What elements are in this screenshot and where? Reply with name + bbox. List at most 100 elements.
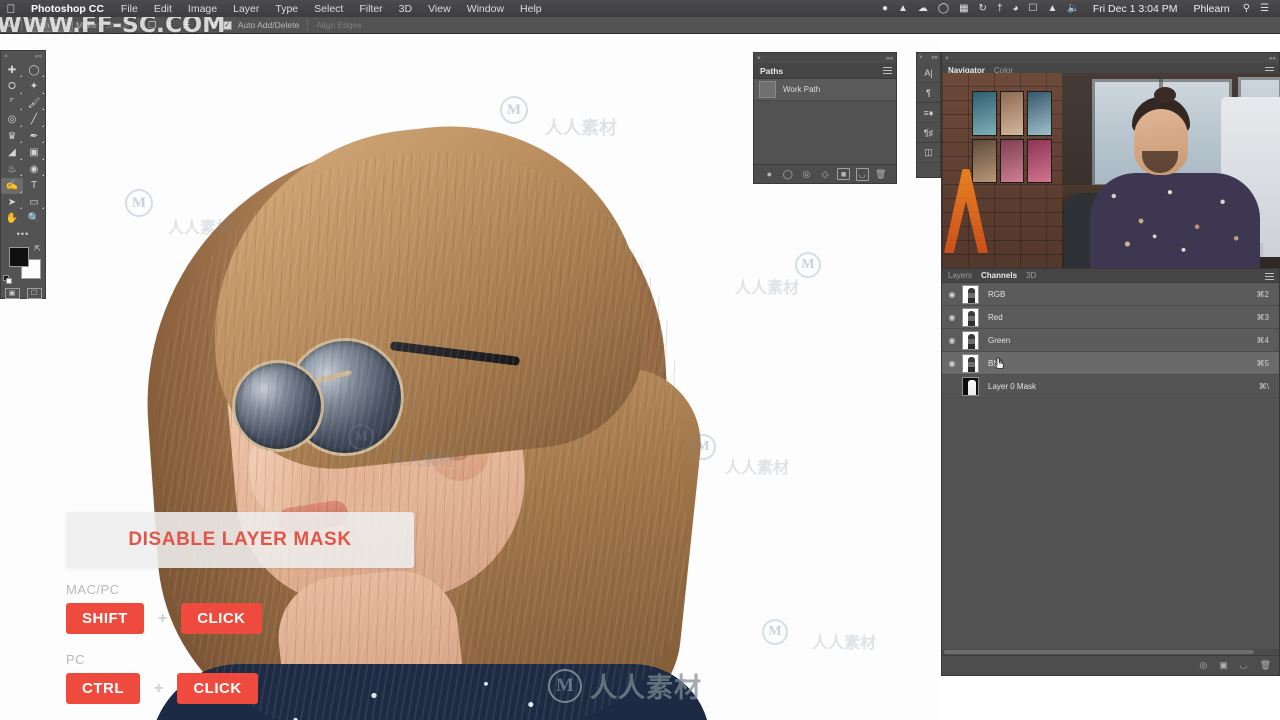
apple-logo-icon[interactable]:  <box>0 3 22 15</box>
magic-wand-tool[interactable]: ✦ <box>23 79 45 96</box>
align-edges-label[interactable]: Align Edges <box>313 20 364 30</box>
timemachine-icon[interactable]: ↻ <box>974 3 992 14</box>
history-brush-tool[interactable]: ✒ <box>23 128 45 145</box>
bluetooth-icon[interactable]: † <box>992 3 1008 14</box>
menu-3d[interactable]: 3D <box>391 3 420 15</box>
drive-icon[interactable]: ▲ <box>893 3 913 14</box>
path-arrangement-icon[interactable]: ☰ <box>178 18 195 32</box>
wifi-icon[interactable]: ◕ <box>1008 3 1024 14</box>
spot-healing-brush-tool[interactable]: ◎ <box>1 112 23 129</box>
character-styles-icon[interactable]: ≡♦ <box>917 103 940 123</box>
channel-row-rgb[interactable]: ◉ RGB ⌘2 <box>942 283 1279 306</box>
hand-tool[interactable]: ✋ <box>1 211 23 228</box>
new-path-icon[interactable]: ◡ <box>855 167 869 181</box>
more-tools-icon[interactable]: ••• <box>1 227 45 241</box>
blur-tool[interactable]: ♨ <box>1 161 23 178</box>
dodge-tool[interactable]: ◉ <box>23 161 45 178</box>
add-mask-icon[interactable]: ■ <box>837 168 851 180</box>
tab-layers[interactable]: Layers <box>948 271 972 280</box>
menu-window[interactable]: Window <box>459 3 512 15</box>
character-panel-icon[interactable]: A| <box>917 63 940 83</box>
channel-row-blue[interactable]: ◉ Blue ⌘5 <box>942 352 1279 375</box>
menubar-username[interactable]: Phlearn <box>1186 3 1238 15</box>
delete-channel-icon[interactable]: 🗑 <box>1260 660 1271 671</box>
eye-icon[interactable]: ◉ <box>942 313 962 322</box>
close-icon[interactable]: × <box>945 55 949 62</box>
expand-icon[interactable]: «« <box>931 55 938 61</box>
airplay-icon[interactable]: ☐ <box>1024 3 1043 14</box>
pen-tool-icon[interactable]: ✎ <box>0 18 16 32</box>
pen-tool[interactable]: ✍ <box>1 177 23 194</box>
paths-panel-body[interactable] <box>754 101 896 171</box>
path-operations-icon[interactable]: ❐ <box>144 18 161 32</box>
eyedropper-tool[interactable]: 🖌 <box>23 95 45 112</box>
video-pip[interactable] <box>942 73 1280 269</box>
clone-stamp-tool[interactable]: ♛ <box>1 128 23 145</box>
stroke-path-icon[interactable]: ◯ <box>781 169 794 180</box>
crop-tool[interactable]: ⌜ <box>1 95 23 112</box>
zoom-tool[interactable]: 🔍 <box>23 211 45 228</box>
dropbox-icon[interactable]: ● <box>877 3 893 14</box>
gradient-tool[interactable]: ▣ <box>23 145 45 162</box>
menu-select[interactable]: Select <box>306 3 351 15</box>
foreground-color-swatch[interactable] <box>9 247 29 267</box>
channel-row-green[interactable]: ◉ Green ⌘4 <box>942 329 1279 352</box>
display-icon[interactable]: ▦ <box>954 3 973 14</box>
make-work-path-icon[interactable]: ◇ <box>818 169 831 180</box>
tab-channels[interactable]: Channels <box>981 271 1017 280</box>
creative-cloud-icon[interactable]: ☁ <box>913 3 933 14</box>
shape-button[interactable]: Shape <box>102 20 133 30</box>
menu-filter[interactable]: Filter <box>351 3 390 15</box>
menu-edit[interactable]: Edit <box>146 3 180 15</box>
elliptical-marquee-tool[interactable]: ◯ <box>23 62 45 79</box>
brush-tool[interactable]: ╱ <box>23 112 45 129</box>
path-row[interactable]: Work Path <box>754 79 896 101</box>
eye-icon[interactable]: ◉ <box>942 359 962 368</box>
swap-colors-icon[interactable]: ⇱ <box>34 244 41 253</box>
menu-view[interactable]: View <box>420 3 459 15</box>
quick-mask-icon[interactable]: ▣ <box>4 287 20 299</box>
menu-type[interactable]: Type <box>267 3 306 15</box>
control-center-icon[interactable]: ☰ <box>1255 3 1274 14</box>
clock-icon[interactable]: ◯ <box>933 3 954 14</box>
rectangle-tool[interactable]: ▭ <box>23 194 45 211</box>
delete-path-icon[interactable]: 🗑 <box>874 169 887 180</box>
channel-row-layer-0-mask[interactable]: Layer 0 Mask ⌘\ <box>942 375 1279 398</box>
collapse-icon[interactable]: «« <box>1269 55 1276 62</box>
eye-icon[interactable]: ◉ <box>942 290 962 299</box>
menu-help[interactable]: Help <box>512 3 550 15</box>
type-tool[interactable]: T <box>23 178 45 195</box>
paragraph-panel-icon[interactable]: ¶ <box>917 83 940 103</box>
collapse-icon[interactable]: «« <box>35 53 42 60</box>
tab-paths[interactable]: Paths <box>760 66 789 76</box>
default-colors-icon[interactable] <box>3 275 12 284</box>
menu-file[interactable]: File <box>113 3 146 15</box>
load-selection-icon[interactable]: ◎ <box>800 169 813 180</box>
gear-icon[interactable]: ⚙ <box>206 18 223 32</box>
panel-menu-icon[interactable] <box>883 67 892 74</box>
path-mode-dropdown[interactable]: Path <box>27 18 73 32</box>
fill-path-icon[interactable]: ● <box>763 169 776 179</box>
eject-icon[interactable]: ▲ <box>1043 3 1063 14</box>
tab-3d[interactable]: 3D <box>1026 271 1036 280</box>
menubar-app-name[interactable]: Photoshop CC <box>22 3 113 15</box>
auto-add-delete-checkbox[interactable]: ✓ <box>222 20 232 30</box>
menu-layer[interactable]: Layer <box>225 3 267 15</box>
channel-row-red[interactable]: ◉ Red ⌘3 <box>942 306 1279 329</box>
path-alignment-icon[interactable]: ≡ <box>161 18 178 32</box>
path-selection-tool[interactable]: ➤ <box>1 194 23 211</box>
search-icon[interactable]: ⚲ <box>1238 3 1255 14</box>
menu-image[interactable]: Image <box>180 3 225 15</box>
collapse-icon[interactable]: »» <box>886 55 893 62</box>
adjustments-icon[interactable]: ◫ <box>917 143 940 163</box>
close-icon[interactable]: × <box>757 55 761 62</box>
paragraph-styles-icon[interactable]: ¶♯ <box>917 123 940 143</box>
lasso-tool[interactable]: ⭘ <box>1 79 23 96</box>
menubar-clock[interactable]: Fri Dec 1 3:04 PM <box>1085 3 1186 15</box>
close-icon[interactable]: × <box>919 55 923 61</box>
screen-mode-icon[interactable]: ☐ <box>26 287 42 299</box>
close-icon[interactable]: × <box>4 53 8 60</box>
eye-icon[interactable]: ◉ <box>942 336 962 345</box>
new-channel-icon[interactable]: ◡ <box>1240 660 1248 671</box>
move-tool[interactable]: ✚ <box>1 62 23 79</box>
